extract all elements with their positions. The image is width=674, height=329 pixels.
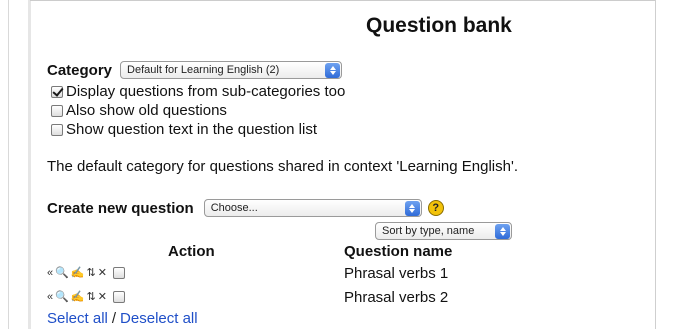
question-name: Phrasal verbs 2 [344,289,449,306]
category-select-value: Default for Learning English (2) [127,64,280,76]
delete-icon[interactable]: ✕ [98,291,107,303]
deselect-all-link[interactable]: Deselect all [120,310,198,327]
page-title: Question bank [366,14,512,37]
action-column-header: Action [168,243,215,260]
preview-icon[interactable]: « [47,291,53,303]
question-text-label: Show question text in the question list [66,121,317,138]
subcategories-label: Display questions from sub-categories to… [66,83,346,100]
sidebar-divider [8,0,9,329]
left-sidebar-edge [0,0,38,329]
old-questions-checkbox[interactable] [51,104,63,117]
old-questions-label: Also show old questions [66,102,227,119]
question-text-checkbox[interactable] [51,123,63,136]
select-arrows-icon [404,200,420,216]
top-border [30,0,656,1]
edit-icon[interactable]: ✍ [71,267,85,279]
sort-select[interactable]: Sort by type, name [375,222,512,240]
move-icon[interactable]: ⇅ [87,291,96,303]
zoom-icon[interactable]: 🔍 [55,267,69,279]
category-label: Category [47,61,113,79]
sort-row: Sort by type, name [375,222,512,240]
create-question-select-value: Choose... [210,202,258,214]
table-row-actions: « 🔍 ✍ ⇅ ✕ [47,267,127,279]
zoom-icon[interactable]: 🔍 [55,291,69,303]
context-info: The default category for questions share… [47,158,518,175]
select-arrows-icon [495,223,510,239]
row-select-checkbox[interactable] [112,291,125,303]
question-name: Phrasal verbs 1 [344,265,449,282]
link-separator: / [111,310,117,327]
edit-icon[interactable]: ✍ [71,291,85,303]
right-border [655,0,656,329]
select-all-link[interactable]: Select all [47,310,108,327]
sort-select-value: Sort by type, name [382,225,475,237]
selection-links: Select all / Deselect all [47,310,198,327]
sidebar-divider [28,0,31,329]
table-row-actions: « 🔍 ✍ ⇅ ✕ [47,291,127,303]
category-row: Category Default for Learning English (2… [47,61,343,79]
context-info-text: The default category for questions share… [47,158,519,175]
question-name-column-header: Question name [344,243,453,260]
category-select[interactable]: Default for Learning English (2) [120,61,343,79]
create-question-label: Create new question [47,199,194,217]
preview-icon[interactable]: « [47,267,53,279]
row-select-checkbox[interactable] [112,267,125,279]
option-subcategories[interactable]: Display questions from sub-categories to… [51,83,345,100]
delete-icon[interactable]: ✕ [98,267,107,279]
option-old-questions[interactable]: Also show old questions [51,102,227,119]
move-icon[interactable]: ⇅ [87,267,96,279]
create-question-select[interactable]: Choose... [203,199,422,217]
create-question-row: Create new question Choose... ? [47,199,444,217]
help-icon[interactable]: ? [427,200,444,216]
subcategories-checkbox[interactable] [51,85,63,98]
select-arrows-icon [325,62,341,78]
option-question-text[interactable]: Show question text in the question list [51,121,317,138]
